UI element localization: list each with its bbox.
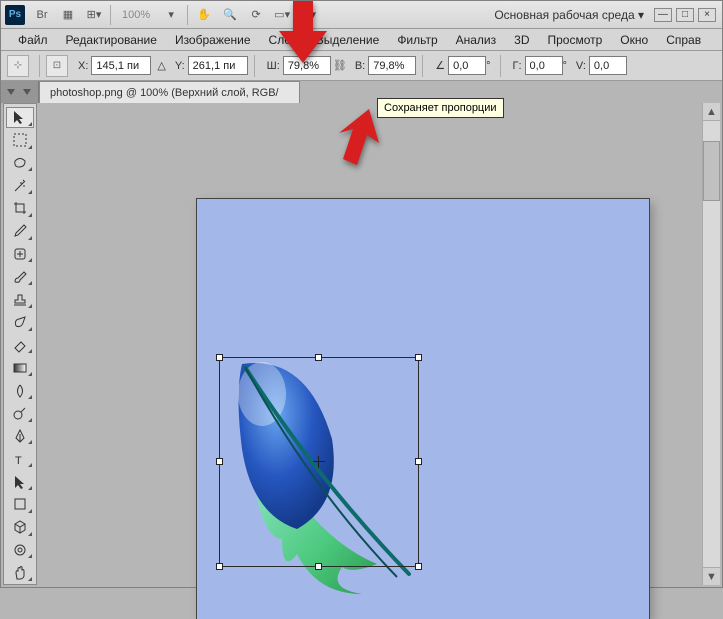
menu-edit[interactable]: Редактирование xyxy=(57,30,166,50)
3d-camera-tool[interactable] xyxy=(6,540,34,561)
skew-v-input[interactable] xyxy=(589,56,627,75)
angle-input[interactable] xyxy=(448,56,486,75)
annotation-arrow-top xyxy=(273,1,333,71)
scroll-thumb[interactable] xyxy=(703,141,720,201)
height-label: В: xyxy=(355,60,365,72)
separator xyxy=(187,5,188,25)
app-logo: Ps xyxy=(5,5,25,25)
transform-tool-preset-icon[interactable]: ⊹ xyxy=(7,55,29,77)
handle-top-left[interactable] xyxy=(216,354,223,361)
y-label: Y: xyxy=(175,60,185,72)
document-tabs: photoshop.png @ 100% (Верхний слой, RGB/ xyxy=(1,81,722,103)
brush-tool[interactable] xyxy=(6,266,34,287)
handle-bot-right[interactable] xyxy=(415,563,422,570)
menu-help[interactable]: Справ xyxy=(657,30,710,50)
workspace-switcher[interactable]: Основная рабочая среда ▾ xyxy=(494,8,652,22)
handle-bot-mid[interactable] xyxy=(315,563,322,570)
menu-analysis[interactable]: Анализ xyxy=(447,30,506,50)
annotation-arrow-bottom xyxy=(331,109,391,169)
menu-image[interactable]: Изображение xyxy=(166,30,260,50)
tooltip: Сохраняет пропорции xyxy=(377,98,504,118)
zoom-dropdown-icon[interactable]: ▾ xyxy=(159,4,183,26)
history-brush-tool[interactable] xyxy=(6,312,34,333)
document-tab[interactable]: photoshop.png @ 100% (Верхний слой, RGB/ xyxy=(39,81,300,103)
handle-mid-left[interactable] xyxy=(216,458,223,465)
pen-tool[interactable] xyxy=(6,426,34,447)
3d-tool[interactable] xyxy=(6,517,34,538)
menu-window[interactable]: Окно xyxy=(611,30,657,50)
type-tool[interactable]: T xyxy=(6,448,34,469)
handle-mid-right[interactable] xyxy=(415,458,422,465)
handle-top-mid[interactable] xyxy=(315,354,322,361)
menu-filter[interactable]: Фильтр xyxy=(388,30,446,50)
menu-3d[interactable]: 3D xyxy=(505,30,538,50)
minimize-button[interactable]: — xyxy=(654,8,672,22)
eraser-tool[interactable] xyxy=(6,335,34,356)
height-input[interactable] xyxy=(368,56,416,75)
transform-bounding-box[interactable] xyxy=(219,357,419,567)
reference-point-icon[interactable]: ⊡ xyxy=(46,55,68,77)
document-tab-title: photoshop.png @ 100% (Верхний слой, RGB/ xyxy=(50,87,279,99)
healing-brush-tool[interactable] xyxy=(6,244,34,265)
handle-top-right[interactable] xyxy=(415,354,422,361)
magic-wand-tool[interactable] xyxy=(6,175,34,196)
link-icon[interactable]: ⛓ xyxy=(333,57,347,75)
separator xyxy=(39,55,40,77)
title-bar: Ps Br ▦ ⊞▾ 100% ▾ ✋ 🔍 ⟳ ▭▾ ▣▾ Основная р… xyxy=(1,1,722,29)
x-label: X: xyxy=(78,60,88,72)
tool-panel: T xyxy=(3,103,37,585)
transform-center-icon[interactable] xyxy=(315,458,323,466)
skew-h-input[interactable] xyxy=(525,56,563,75)
rotate-view-icon[interactable]: ⟳ xyxy=(244,4,268,26)
dodge-tool[interactable] xyxy=(6,403,34,424)
stamp-tool[interactable] xyxy=(6,289,34,310)
scroll-up-icon[interactable]: ▲ xyxy=(703,103,720,121)
angle-icon: ∠ xyxy=(435,59,445,72)
gradient-tool[interactable] xyxy=(6,357,34,378)
hand-tool-icon[interactable]: ✋ xyxy=(192,4,216,26)
move-tool[interactable] xyxy=(6,107,34,128)
marquee-tool[interactable] xyxy=(6,130,34,151)
view-extras-icon[interactable]: ⊞▾ xyxy=(82,4,106,26)
skew-h-label: Г: xyxy=(513,60,522,72)
crop-tool[interactable] xyxy=(6,198,34,219)
svg-text:T: T xyxy=(15,455,22,467)
separator xyxy=(500,55,501,77)
x-input[interactable] xyxy=(91,56,151,75)
zoom-tool-icon[interactable]: 🔍 xyxy=(218,4,242,26)
triangle-icon[interactable]: △ xyxy=(157,59,165,72)
vertical-scrollbar[interactable]: ▲ ▼ xyxy=(702,103,720,585)
separator xyxy=(254,55,255,77)
menu-file[interactable]: Файл xyxy=(9,30,57,50)
skew-v-label: V: xyxy=(576,60,586,72)
path-selection-tool[interactable] xyxy=(6,471,34,492)
menu-view[interactable]: Просмотр xyxy=(538,30,611,50)
close-button[interactable]: × xyxy=(698,8,716,22)
skew-h-unit: ° xyxy=(563,60,567,72)
lasso-tool[interactable] xyxy=(6,153,34,174)
options-bar: ⊹ ⊡ X: △ Y: Ш: ⛓ В: ∠ ° Г: ° V: xyxy=(1,51,722,81)
zoom-level[interactable]: 100% xyxy=(114,9,158,21)
mini-bridge-icon[interactable]: ▦ xyxy=(56,4,80,26)
tab-handle[interactable] xyxy=(1,81,39,103)
handle-bot-left[interactable] xyxy=(216,563,223,570)
shape-tool[interactable] xyxy=(6,494,34,515)
hand-tool[interactable] xyxy=(6,562,34,583)
y-input[interactable] xyxy=(188,56,248,75)
menu-bar: Файл Редактирование Изображение Слои Выд… xyxy=(1,29,722,51)
bridge-icon[interactable]: Br xyxy=(30,4,54,26)
blur-tool[interactable] xyxy=(6,380,34,401)
eyedropper-tool[interactable] xyxy=(6,221,34,242)
maximize-button[interactable]: □ xyxy=(676,8,694,22)
canvas-area xyxy=(39,103,720,585)
canvas[interactable] xyxy=(197,199,649,619)
scroll-down-icon[interactable]: ▼ xyxy=(703,567,720,585)
separator xyxy=(422,55,423,77)
separator xyxy=(110,5,111,25)
angle-unit: ° xyxy=(486,60,490,72)
